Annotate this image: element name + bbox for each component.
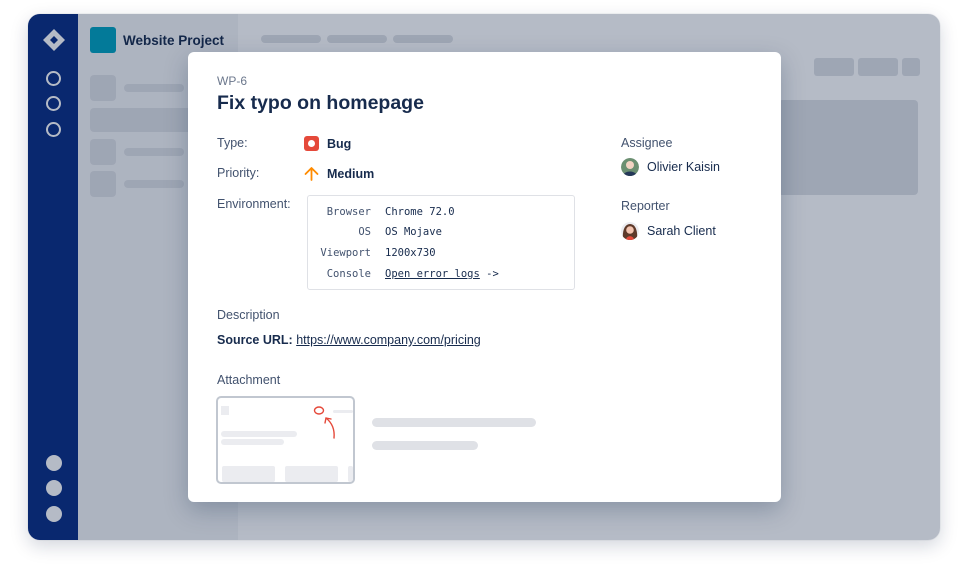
reporter-field[interactable]: Sarah Client xyxy=(621,222,716,240)
assignee-label: Assignee xyxy=(621,136,673,150)
attachment-name-placeholder xyxy=(372,418,536,427)
arrow-up-icon xyxy=(304,167,319,181)
error-logs-link[interactable]: Open error logs xyxy=(385,268,480,280)
assignee-name: Olivier Kaisin xyxy=(647,160,720,174)
attachment-thumbnail[interactable] xyxy=(216,396,355,484)
app-window: Website Project WP-6 Fix typo on homepag… xyxy=(28,14,940,540)
environment-key: Browser xyxy=(326,206,371,218)
source-url-label: Source URL: xyxy=(217,333,293,347)
reporter-label: Reporter xyxy=(621,199,670,213)
issue-key[interactable]: WP-6 xyxy=(217,74,247,88)
type-field[interactable]: Bug xyxy=(304,136,351,151)
environment-value: OS Mojave xyxy=(385,226,442,238)
environment-row: OS OS Mojave xyxy=(308,226,574,240)
environment-row: Console Open error logs -> xyxy=(308,268,574,282)
type-value: Bug xyxy=(327,136,352,151)
avatar xyxy=(621,158,639,176)
description-text[interactable]: Source URL: https://www.company.com/pric… xyxy=(217,333,481,347)
attachment-label: Attachment xyxy=(217,373,281,387)
environment-key: Viewport xyxy=(320,247,371,259)
issue-modal: WP-6 Fix typo on homepage Type: Bug Prio… xyxy=(188,52,781,502)
environment-table: Browser Chrome 72.0 OS OS Mojave Viewpor… xyxy=(307,195,575,290)
source-url-link[interactable]: https://www.company.com/pricing xyxy=(296,333,481,347)
environment-key: Console xyxy=(326,268,371,280)
bug-icon xyxy=(304,136,319,151)
arrow-suffix: -> xyxy=(479,268,499,280)
issue-title[interactable]: Fix typo on homepage xyxy=(217,92,424,115)
avatar xyxy=(621,222,639,240)
attachment-meta-placeholder xyxy=(372,441,478,450)
type-label: Type: xyxy=(217,136,248,150)
environment-label: Environment: xyxy=(217,197,291,211)
priority-value: Medium xyxy=(327,166,375,181)
environment-value: Chrome 72.0 xyxy=(385,206,455,218)
environment-row: Browser Chrome 72.0 xyxy=(308,206,574,220)
priority-label: Priority: xyxy=(217,166,260,180)
reporter-name: Sarah Client xyxy=(647,224,716,238)
description-label: Description xyxy=(217,308,280,322)
environment-value: Open error logs -> xyxy=(385,268,499,280)
environment-value: 1200x730 xyxy=(385,247,436,259)
environment-row: Viewport 1200x730 xyxy=(308,247,574,261)
screenshot-preview xyxy=(221,406,353,482)
priority-field[interactable]: Medium xyxy=(304,166,374,181)
assignee-field[interactable]: Olivier Kaisin xyxy=(621,158,720,176)
environment-key: OS xyxy=(358,226,371,238)
